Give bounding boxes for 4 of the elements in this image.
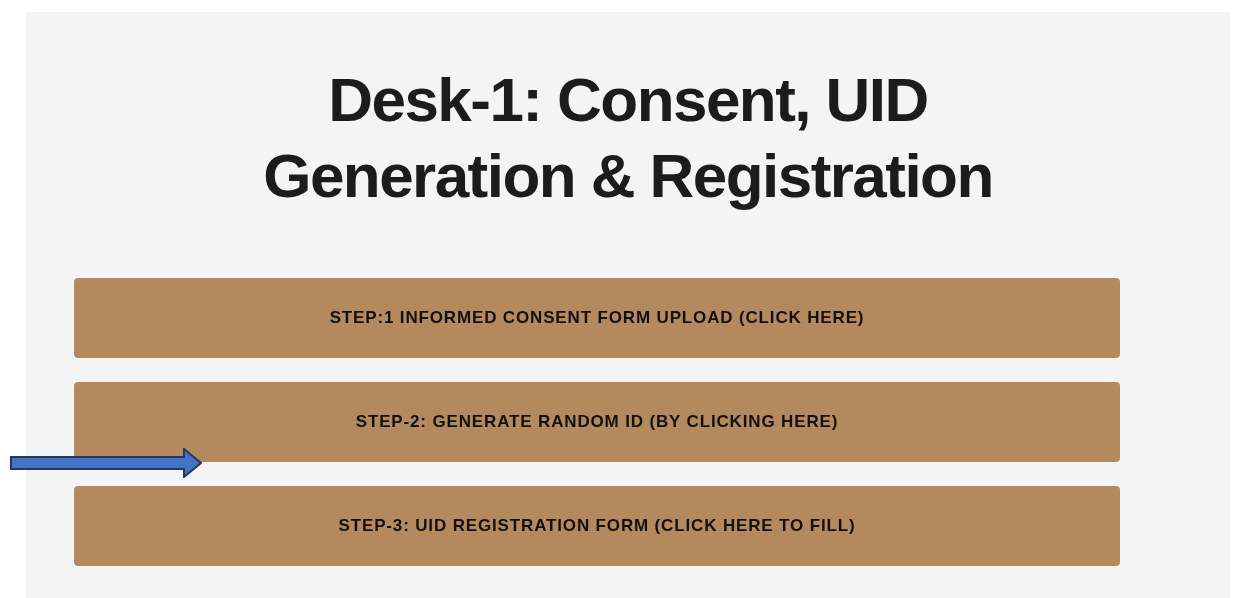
step-button[interactable]: STEP-3: UID REGISTRATION FORM (CLICK HERE TO FILL) — [74, 486, 1120, 566]
step-button[interactable]: STEP:1 INFORMED CONSENT FORM UPLOAD (CLICK HERE) — [74, 278, 1120, 358]
step-button[interactable]: STEP-2: GENERATE RANDOM ID (BY CLICKING HERE) — [74, 382, 1120, 462]
page-title: Desk-1: Consent, UID Generation & Registration — [262, 64, 994, 212]
